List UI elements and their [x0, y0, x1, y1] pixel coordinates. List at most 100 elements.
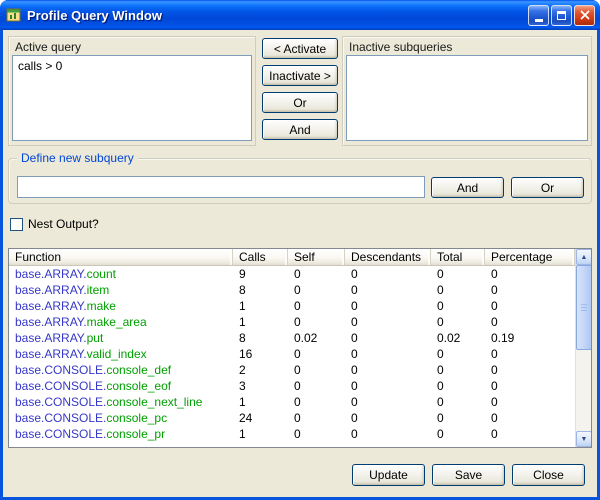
- scroll-up-icon: ▲: [581, 254, 588, 261]
- titlebar-buttons: [528, 5, 595, 26]
- function-cell: base.ARRAY.item: [9, 283, 233, 297]
- and-button[interactable]: And: [262, 119, 338, 140]
- total-cell: 0.02: [431, 331, 485, 345]
- function-cell: base.ARRAY.count: [9, 267, 233, 281]
- self-cell: 0: [288, 315, 345, 329]
- function-cell: base.CONSOLE.console_pr: [9, 427, 233, 441]
- nest-output-checkbox[interactable]: [10, 218, 23, 231]
- profile-table: Function Calls Self Descendants Total Pe…: [8, 248, 592, 448]
- function-cell: base.CONSOLE.console_pc: [9, 411, 233, 425]
- total-cell: 0: [431, 347, 485, 361]
- titlebar-close-button[interactable]: [574, 5, 595, 26]
- define-subquery-title: Define new subquery: [17, 151, 138, 165]
- percentage-cell: 0: [485, 283, 575, 297]
- table-row[interactable]: base.ARRAY.put 8 0.02 0 0.02 0.19: [9, 330, 575, 346]
- minimize-icon: [535, 19, 543, 22]
- update-button[interactable]: Update: [352, 464, 425, 486]
- descendants-cell: 0: [345, 267, 431, 281]
- table-row[interactable]: base.ARRAY.valid_index 16 0 0 0 0: [9, 346, 575, 362]
- subquery-and-button[interactable]: And: [431, 177, 504, 198]
- percentage-cell: 0: [485, 315, 575, 329]
- active-query-item[interactable]: calls > 0: [13, 56, 251, 76]
- descendants-cell: 0: [345, 411, 431, 425]
- function-cell: base.ARRAY.put: [9, 331, 233, 345]
- total-cell: 0: [431, 315, 485, 329]
- close-button[interactable]: Close: [512, 464, 585, 486]
- total-cell: 0: [431, 283, 485, 297]
- descendants-cell: 0: [345, 283, 431, 297]
- table-row[interactable]: base.CONSOLE.console_pc 24 0 0 0 0: [9, 410, 575, 426]
- inactivate-button[interactable]: Inactivate >: [262, 65, 338, 86]
- titlebar-minimize-button[interactable]: [528, 5, 549, 26]
- inactive-subqueries-panel: Inactive subqueries: [342, 36, 592, 146]
- table-row[interactable]: base.CONSOLE.console_next_line 1 0 0 0 0: [9, 394, 575, 410]
- nest-output-label[interactable]: Nest Output?: [28, 217, 99, 231]
- descendants-cell: 0: [345, 315, 431, 329]
- total-cell: 0: [431, 379, 485, 393]
- self-cell: 0: [288, 347, 345, 361]
- subquery-or-button[interactable]: Or: [511, 177, 584, 198]
- total-cell: 0: [431, 427, 485, 441]
- descendants-cell: 0: [345, 331, 431, 345]
- vertical-scrollbar[interactable]: ▲ ▼: [575, 249, 591, 447]
- column-header-function[interactable]: Function: [9, 249, 233, 265]
- self-cell: 0: [288, 267, 345, 281]
- descendants-cell: 0: [345, 379, 431, 393]
- calls-cell: 1: [233, 315, 288, 329]
- percentage-cell: 0: [485, 299, 575, 313]
- maximize-icon: [557, 11, 566, 20]
- window-title: Profile Query Window: [27, 8, 162, 23]
- column-header-calls[interactable]: Calls: [233, 249, 288, 265]
- percentage-cell: 0.19: [485, 331, 575, 345]
- calls-cell: 1: [233, 427, 288, 441]
- subquery-input[interactable]: [17, 176, 425, 198]
- profile-query-window: Profile Query Window Active query calls …: [0, 0, 600, 500]
- table-row[interactable]: base.CONSOLE.console_eof 3 0 0 0 0: [9, 378, 575, 394]
- table-row[interactable]: base.ARRAY.item 8 0 0 0 0: [9, 282, 575, 298]
- column-header-self[interactable]: Self: [288, 249, 345, 265]
- or-button[interactable]: Or: [262, 92, 338, 113]
- calls-cell: 16: [233, 347, 288, 361]
- scroll-down-button[interactable]: ▼: [576, 431, 592, 447]
- self-cell: 0: [288, 411, 345, 425]
- table-row[interactable]: base.ARRAY.count 9 0 0 0 0: [9, 266, 575, 282]
- total-cell: 0: [431, 299, 485, 313]
- table-row[interactable]: base.CONSOLE.console_def 2 0 0 0 0: [9, 362, 575, 378]
- column-header-percentage[interactable]: Percentage: [485, 249, 575, 265]
- save-button[interactable]: Save: [432, 464, 505, 486]
- total-cell: 0: [431, 411, 485, 425]
- column-header-descendants[interactable]: Descendants: [345, 249, 431, 265]
- table-row[interactable]: base.ARRAY.make 1 0 0 0 0: [9, 298, 575, 314]
- table-row[interactable]: base.CONSOLE.console_pr 1 0 0 0 0: [9, 426, 575, 442]
- column-header-total[interactable]: Total: [431, 249, 485, 265]
- titlebar-maximize-button[interactable]: [551, 5, 572, 26]
- self-cell: 0: [288, 427, 345, 441]
- table-body: base.ARRAY.count 9 0 0 0 0 base.ARRAY.it…: [9, 266, 575, 447]
- function-cell: base.CONSOLE.console_def: [9, 363, 233, 377]
- titlebar[interactable]: Profile Query Window: [0, 0, 600, 30]
- calls-cell: 1: [233, 395, 288, 409]
- calls-cell: 24: [233, 411, 288, 425]
- function-cell: base.ARRAY.make_area: [9, 315, 233, 329]
- activate-button[interactable]: < Activate: [262, 38, 338, 59]
- descendants-cell: 0: [345, 299, 431, 313]
- percentage-cell: 0: [485, 363, 575, 377]
- table-row[interactable]: base.ARRAY.make_area 1 0 0 0 0: [9, 314, 575, 330]
- inactive-subqueries-list[interactable]: [346, 55, 588, 141]
- descendants-cell: 0: [345, 347, 431, 361]
- percentage-cell: 0: [485, 395, 575, 409]
- dialog-client-area: Active query calls > 0 < Activate Inacti…: [3, 30, 597, 497]
- percentage-cell: 0: [485, 379, 575, 393]
- active-query-label: Active query: [15, 40, 81, 54]
- percentage-cell: 0: [485, 347, 575, 361]
- active-query-list[interactable]: calls > 0: [12, 55, 252, 141]
- scroll-thumb[interactable]: [576, 265, 592, 350]
- scroll-up-button[interactable]: ▲: [576, 249, 592, 265]
- app-icon[interactable]: [6, 7, 22, 23]
- calls-cell: 9: [233, 267, 288, 281]
- calls-cell: 1: [233, 299, 288, 313]
- calls-cell: 2: [233, 363, 288, 377]
- self-cell: 0: [288, 379, 345, 393]
- descendants-cell: 0: [345, 395, 431, 409]
- total-cell: 0: [431, 267, 485, 281]
